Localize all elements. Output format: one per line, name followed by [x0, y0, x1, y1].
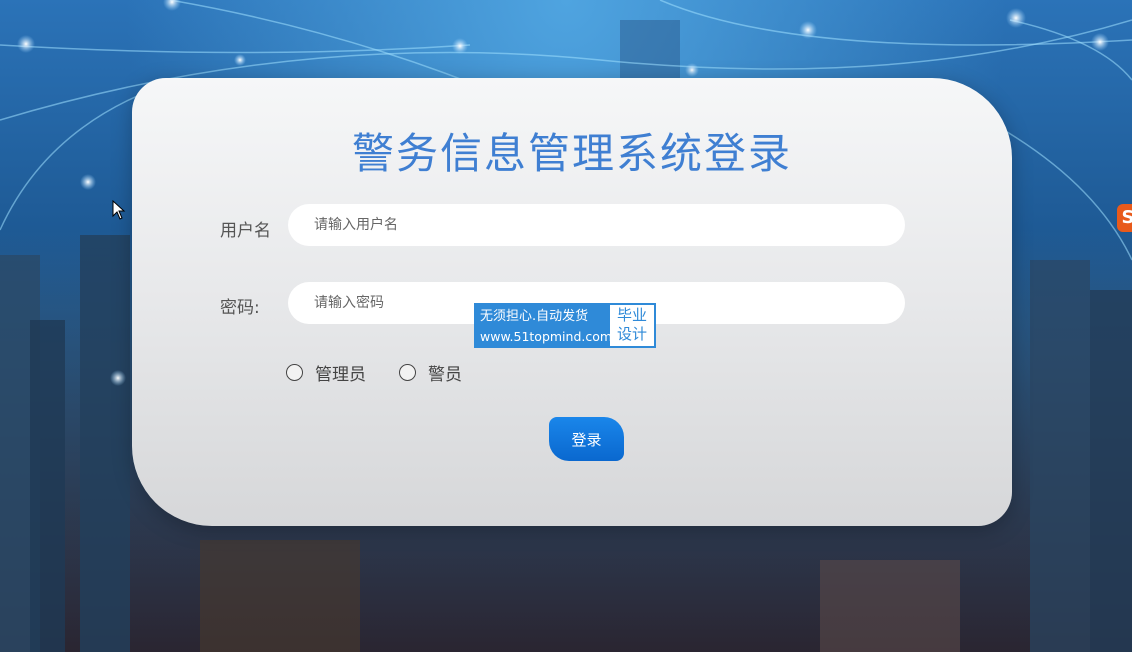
mouse-cursor-icon	[112, 199, 126, 224]
watermark-left: 无须担心.自动发货 www.51topmind.com	[476, 305, 613, 346]
login-button[interactable]: 登录	[549, 417, 624, 461]
watermark-side2: 设计	[616, 325, 647, 343]
watermark-line1: 无须担心.自动发货	[480, 309, 589, 324]
radio-circle-officer[interactable]	[399, 364, 416, 381]
role-radio-officer[interactable]: 警员	[399, 360, 462, 385]
password-label: 密码:	[220, 298, 260, 318]
username-label: 用户名	[220, 221, 271, 241]
page-title: 警务信息管理系统登录	[351, 129, 792, 178]
role-label-admin: 管理员	[315, 365, 366, 385]
side-logo-icon: S	[1117, 204, 1132, 232]
watermark-badge: 无须担心.自动发货 www.51topmind.com 毕业 设计	[474, 303, 656, 348]
role-radio-admin[interactable]: 管理员	[286, 360, 366, 385]
username-input[interactable]	[288, 204, 905, 246]
watermark-side1: 毕业	[616, 306, 647, 324]
role-radio-group: 管理员 警员	[286, 360, 495, 385]
watermark-line2: www.51topmind.com	[480, 329, 613, 344]
watermark-right: 毕业 设计	[610, 305, 654, 346]
login-card: 警务信息管理系统登录 用户名 密码: 管理员 警员 登录	[132, 78, 1012, 526]
role-label-officer: 警员	[428, 365, 462, 385]
radio-circle-admin[interactable]	[286, 364, 303, 381]
